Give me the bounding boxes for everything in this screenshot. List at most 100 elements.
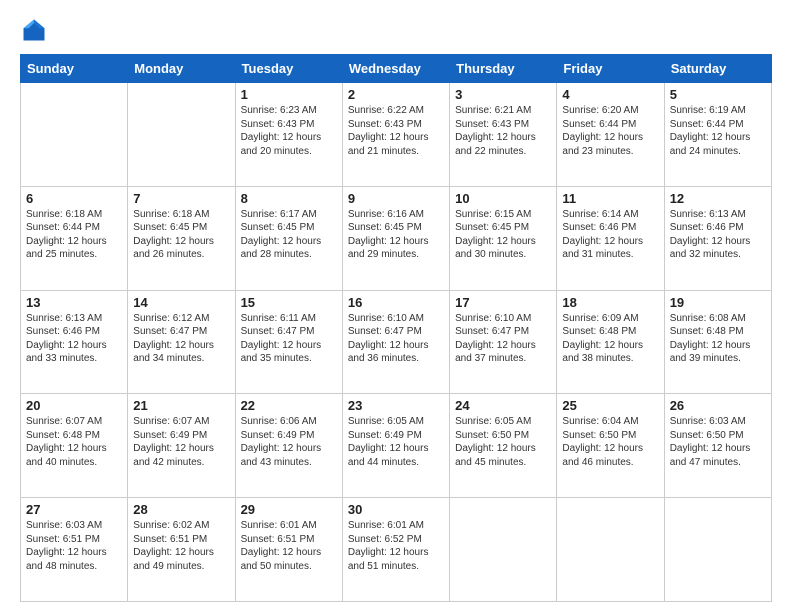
day-number: 29 <box>241 502 337 517</box>
day-number: 30 <box>348 502 444 517</box>
day-number: 23 <box>348 398 444 413</box>
day-info: Sunrise: 6:01 AM Sunset: 6:51 PM Dayligh… <box>241 519 337 573</box>
day-info: Sunrise: 6:08 AM Sunset: 6:48 PM Dayligh… <box>670 312 766 366</box>
day-number: 19 <box>670 295 766 310</box>
day-info: Sunrise: 6:15 AM Sunset: 6:45 PM Dayligh… <box>455 208 551 262</box>
day-cell: 2 Sunrise: 6:22 AM Sunset: 6:43 PM Daylig… <box>342 83 449 187</box>
header <box>20 16 772 44</box>
days-header-row: SundayMondayTuesdayWednesdayThursdayFrid… <box>21 55 772 83</box>
day-cell: 26 Sunrise: 6:03 AM Sunset: 6:50 PM Dayli… <box>664 394 771 498</box>
day-info: Sunrise: 6:03 AM Sunset: 6:50 PM Dayligh… <box>670 415 766 469</box>
day-info: Sunrise: 6:16 AM Sunset: 6:45 PM Dayligh… <box>348 208 444 262</box>
week-row-2: 13 Sunrise: 6:13 AM Sunset: 6:46 PM Dayli… <box>21 290 772 394</box>
day-number: 20 <box>26 398 122 413</box>
week-row-0: 1Sunrise: 6:23 AM Sunset: 6:43 PM Daylig… <box>21 83 772 187</box>
day-info: Sunrise: 6:06 AM Sunset: 6:49 PM Dayligh… <box>241 415 337 469</box>
day-info: Sunrise: 6:13 AM Sunset: 6:46 PM Dayligh… <box>670 208 766 262</box>
day-info: Sunrise: 6:07 AM Sunset: 6:49 PM Dayligh… <box>133 415 229 469</box>
day-cell: 28 Sunrise: 6:02 AM Sunset: 6:51 PM Dayli… <box>128 498 235 602</box>
day-cell <box>664 498 771 602</box>
day-number: 7 <box>133 191 229 206</box>
day-cell: 15 Sunrise: 6:11 AM Sunset: 6:47 PM Dayli… <box>235 290 342 394</box>
day-number: 17 <box>455 295 551 310</box>
day-cell: 16 Sunrise: 6:10 AM Sunset: 6:47 PM Dayli… <box>342 290 449 394</box>
day-cell <box>21 83 128 187</box>
day-number: 16 <box>348 295 444 310</box>
day-info: Sunrise: 6:14 AM Sunset: 6:46 PM Dayligh… <box>562 208 658 262</box>
day-cell: 7 Sunrise: 6:18 AM Sunset: 6:45 PM Daylig… <box>128 186 235 290</box>
day-cell: 9Sunrise: 6:16 AM Sunset: 6:45 PM Daylig… <box>342 186 449 290</box>
day-info: Sunrise: 6:11 AM Sunset: 6:47 PM Dayligh… <box>241 312 337 366</box>
day-number: 21 <box>133 398 229 413</box>
day-cell: 4 Sunrise: 6:20 AM Sunset: 6:44 PM Daylig… <box>557 83 664 187</box>
day-number: 10 <box>455 191 551 206</box>
day-info: Sunrise: 6:20 AM Sunset: 6:44 PM Dayligh… <box>562 104 658 158</box>
day-header-saturday: Saturday <box>664 55 771 83</box>
day-cell: 10 Sunrise: 6:15 AM Sunset: 6:45 PM Dayli… <box>450 186 557 290</box>
day-cell: 8 Sunrise: 6:17 AM Sunset: 6:45 PM Daylig… <box>235 186 342 290</box>
logo-icon <box>20 16 48 44</box>
day-number: 27 <box>26 502 122 517</box>
day-number: 12 <box>670 191 766 206</box>
day-header-tuesday: Tuesday <box>235 55 342 83</box>
day-info: Sunrise: 6:18 AM Sunset: 6:45 PM Dayligh… <box>133 208 229 262</box>
day-info: Sunrise: 6:04 AM Sunset: 6:50 PM Dayligh… <box>562 415 658 469</box>
week-row-4: 27 Sunrise: 6:03 AM Sunset: 6:51 PM Dayli… <box>21 498 772 602</box>
day-cell: 3 Sunrise: 6:21 AM Sunset: 6:43 PM Daylig… <box>450 83 557 187</box>
day-number: 8 <box>241 191 337 206</box>
day-info: Sunrise: 6:13 AM Sunset: 6:46 PM Dayligh… <box>26 312 122 366</box>
day-number: 11 <box>562 191 658 206</box>
day-info: Sunrise: 6:17 AM Sunset: 6:45 PM Dayligh… <box>241 208 337 262</box>
day-number: 13 <box>26 295 122 310</box>
day-number: 3 <box>455 87 551 102</box>
day-number: 2 <box>348 87 444 102</box>
day-info: Sunrise: 6:22 AM Sunset: 6:43 PM Dayligh… <box>348 104 444 158</box>
week-row-3: 20 Sunrise: 6:07 AM Sunset: 6:48 PM Dayli… <box>21 394 772 498</box>
day-cell: 14 Sunrise: 6:12 AM Sunset: 6:47 PM Dayli… <box>128 290 235 394</box>
day-cell: 29 Sunrise: 6:01 AM Sunset: 6:51 PM Dayli… <box>235 498 342 602</box>
day-info: Sunrise: 6:12 AM Sunset: 6:47 PM Dayligh… <box>133 312 229 366</box>
day-info: Sunrise: 6:21 AM Sunset: 6:43 PM Dayligh… <box>455 104 551 158</box>
day-number: 26 <box>670 398 766 413</box>
day-number: 5 <box>670 87 766 102</box>
calendar: SundayMondayTuesdayWednesdayThursdayFrid… <box>20 54 772 602</box>
day-header-monday: Monday <box>128 55 235 83</box>
day-number: 6 <box>26 191 122 206</box>
day-number: 25 <box>562 398 658 413</box>
day-cell: 17Sunrise: 6:10 AM Sunset: 6:47 PM Dayli… <box>450 290 557 394</box>
day-cell: 6 Sunrise: 6:18 AM Sunset: 6:44 PM Daylig… <box>21 186 128 290</box>
day-cell: 11 Sunrise: 6:14 AM Sunset: 6:46 PM Dayli… <box>557 186 664 290</box>
day-cell: 18Sunrise: 6:09 AM Sunset: 6:48 PM Dayli… <box>557 290 664 394</box>
day-number: 15 <box>241 295 337 310</box>
day-cell: 25 Sunrise: 6:04 AM Sunset: 6:50 PM Dayli… <box>557 394 664 498</box>
day-cell <box>450 498 557 602</box>
day-number: 14 <box>133 295 229 310</box>
day-cell: 12 Sunrise: 6:13 AM Sunset: 6:46 PM Dayli… <box>664 186 771 290</box>
day-cell <box>557 498 664 602</box>
day-info: Sunrise: 6:07 AM Sunset: 6:48 PM Dayligh… <box>26 415 122 469</box>
day-cell: 23 Sunrise: 6:05 AM Sunset: 6:49 PM Dayli… <box>342 394 449 498</box>
day-cell: 20 Sunrise: 6:07 AM Sunset: 6:48 PM Dayli… <box>21 394 128 498</box>
day-header-wednesday: Wednesday <box>342 55 449 83</box>
day-info: Sunrise: 6:18 AM Sunset: 6:44 PM Dayligh… <box>26 208 122 262</box>
day-cell: 24Sunrise: 6:05 AM Sunset: 6:50 PM Dayli… <box>450 394 557 498</box>
day-number: 1 <box>241 87 337 102</box>
day-header-friday: Friday <box>557 55 664 83</box>
day-cell: 22Sunrise: 6:06 AM Sunset: 6:49 PM Dayli… <box>235 394 342 498</box>
day-cell: 1Sunrise: 6:23 AM Sunset: 6:43 PM Daylig… <box>235 83 342 187</box>
week-row-1: 6 Sunrise: 6:18 AM Sunset: 6:44 PM Daylig… <box>21 186 772 290</box>
day-info: Sunrise: 6:02 AM Sunset: 6:51 PM Dayligh… <box>133 519 229 573</box>
day-number: 4 <box>562 87 658 102</box>
day-header-sunday: Sunday <box>21 55 128 83</box>
day-number: 18 <box>562 295 658 310</box>
day-cell <box>128 83 235 187</box>
day-info: Sunrise: 6:05 AM Sunset: 6:49 PM Dayligh… <box>348 415 444 469</box>
day-info: Sunrise: 6:03 AM Sunset: 6:51 PM Dayligh… <box>26 519 122 573</box>
page: SundayMondayTuesdayWednesdayThursdayFrid… <box>0 0 792 612</box>
day-info: Sunrise: 6:10 AM Sunset: 6:47 PM Dayligh… <box>348 312 444 366</box>
day-number: 28 <box>133 502 229 517</box>
day-cell: 5Sunrise: 6:19 AM Sunset: 6:44 PM Daylig… <box>664 83 771 187</box>
day-header-thursday: Thursday <box>450 55 557 83</box>
day-cell: 21 Sunrise: 6:07 AM Sunset: 6:49 PM Dayli… <box>128 394 235 498</box>
logo <box>20 16 52 44</box>
